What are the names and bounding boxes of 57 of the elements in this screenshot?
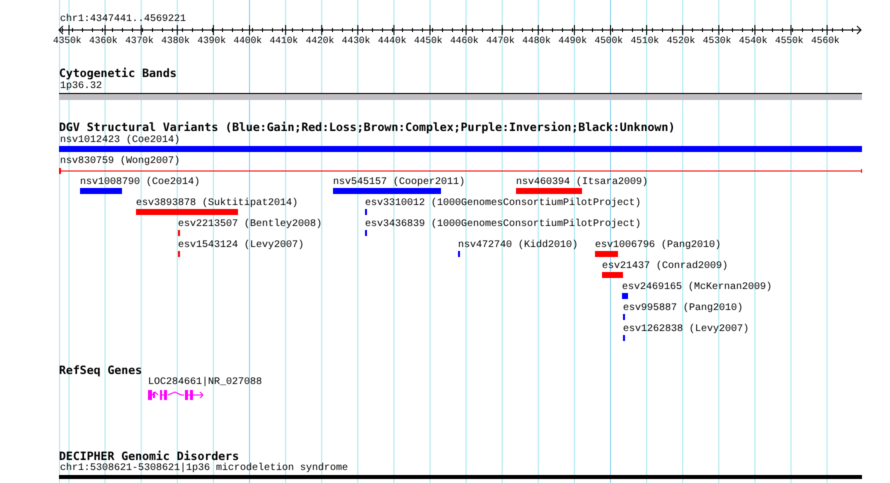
variant-bar[interactable] [516,188,582,194]
variant-line[interactable] [59,168,862,174]
tick-label: 4550k [775,35,804,46]
tick-label: 4380k [161,35,190,46]
tick-label: 4460k [450,35,479,46]
variant-bar[interactable] [80,188,122,194]
tick-label: 4440k [378,35,406,46]
tick-label: 4450k [414,35,443,46]
variant-bar[interactable] [59,146,862,152]
location-label: chr1:4347441..4569221 [60,14,186,25]
variant-bar[interactable] [595,251,618,257]
variant-label[interactable]: nsv472740 (Kidd2010) [458,240,578,251]
track-title: DECIPHER Genomic Disorders [59,450,240,462]
variant-label[interactable]: esv3436839 (1000GenomesConsortiumPilotProject) [365,219,642,230]
variant-label[interactable]: nsv1012423 (Coe2014) [60,135,180,146]
variant-label[interactable]: esv1543124 (Levy2007) [178,240,304,251]
variant-bar[interactable] [602,272,623,278]
track-title: RefSeq Genes [59,364,142,376]
variant-label[interactable]: esv1006796 (Pang2010) [595,240,722,251]
gene-label[interactable]: LOC284661|NR_027088 [148,377,262,388]
tick-label: 4510k [630,35,660,46]
tick-label: 4560k [811,35,840,46]
variant-label[interactable]: esv3893878 (Suktitipat2014) [136,198,298,209]
variant-label[interactable]: nsv1008790 (Coe2014) [80,177,200,188]
variant-label[interactable]: esv3310012 (1000GenomesConsortiumPilotProject) [365,198,642,209]
disorder-bar[interactable] [59,475,862,479]
variant-label[interactable]: nsv545157 (Cooper2011) [333,177,466,188]
variant-label[interactable]: esv1262838 (Levy2007) [623,324,750,335]
tick-label: 4500k [594,35,624,46]
tick-label: 4480k [522,35,551,46]
variant-bar[interactable] [136,209,238,215]
tick-label: 4470k [486,35,515,46]
variant-label[interactable]: nsv830759 (Wong2007) [60,156,180,167]
variant-label[interactable]: esv2469165 (McKernan2009) [622,282,772,293]
tick-label: 4360k [89,35,118,46]
tick-label: 4370k [125,35,154,46]
variant-label[interactable]: esv2213507 (Bentley2008) [178,219,322,230]
band-label: 1p36.32 [60,81,102,92]
tick-label: 4540k [738,35,768,46]
variant-bar[interactable] [333,188,441,194]
tick-label: 4490k [558,35,587,46]
tick-label: 4420k [306,35,334,46]
variant-label[interactable]: esv21437 (Conrad2009) [602,261,728,272]
tick-label: 4530k [702,35,732,46]
tick-label: 4520k [666,35,696,46]
variant-label[interactable]: nsv460394 (Itsara2009) [516,177,648,188]
tick-label: 4350k [53,35,82,46]
track-title: Cytogenetic Bands [59,67,177,79]
tick-label: 4400k [234,35,262,46]
tick-label: 4410k [270,35,298,46]
track-title: DGV Structural Variants (Blue:Gain;Red:Loss;Brown:Complex;Purple:Inversion;Black:Unknown) [59,121,676,133]
tick-label: 4390k [197,35,226,46]
variant-bar[interactable] [622,293,628,299]
variant-label[interactable]: esv995887 (Pang2010) [623,303,744,314]
tick-label: 4430k [342,35,370,46]
disorder-label[interactable]: chr1:5308621-5308621|1p36 microdeletion syndrome [60,463,348,474]
gene-model-drawing[interactable] [147,390,203,400]
